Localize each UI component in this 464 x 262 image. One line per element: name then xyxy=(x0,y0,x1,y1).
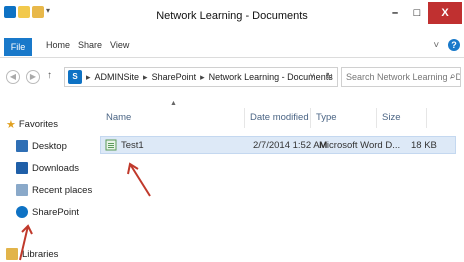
recent-places-icon xyxy=(16,184,28,196)
close-button[interactable]: X xyxy=(428,2,462,24)
sharepoint-icon xyxy=(16,206,28,218)
star-icon: ★ xyxy=(6,119,16,131)
tab-view[interactable]: View xyxy=(110,40,129,50)
back-button[interactable]: ◀ xyxy=(6,70,20,84)
address-row: ◀ ▶ ↑ S ▸ ADMINSite ▸ SharePoint ▸ Netwo… xyxy=(0,58,464,92)
up-button[interactable]: ↑ xyxy=(47,70,52,81)
expand-ribbon-icon[interactable]: ˅ xyxy=(433,40,439,51)
file-date-modified: 2/7/2014 1:52 AM xyxy=(253,140,328,151)
refresh-icon[interactable]: ↻ xyxy=(325,71,333,81)
ribbon: File Home Share View ˅ ? xyxy=(0,36,464,58)
maximize-button[interactable]: □ xyxy=(406,2,428,24)
sidebar-item-favorites[interactable]: ★ Favorites xyxy=(6,118,58,131)
breadcrumb-adminsite[interactable]: ADMINSite xyxy=(95,72,140,82)
sidebar-item-downloads[interactable]: Downloads xyxy=(16,162,79,174)
breadcrumb-sharepoint[interactable]: SharePoint xyxy=(152,72,197,82)
navigation-pane: ★ Favorites Desktop Downloads Recent pla… xyxy=(0,92,96,262)
search-input[interactable]: Search Network Learning - Do... xyxy=(341,67,461,87)
file-size: 18 KB xyxy=(411,140,437,151)
title-bar: ▾ Network Learning - Documents – □ X xyxy=(0,0,464,36)
sidebar-item-libraries[interactable]: Libraries xyxy=(6,248,58,260)
desktop-icon xyxy=(16,140,28,152)
tab-file[interactable]: File xyxy=(4,38,32,56)
table-row[interactable]: Test1 2/7/2014 1:52 AM Microsoft Word D.… xyxy=(100,136,456,154)
sort-ascending-icon: ▲ xyxy=(170,100,177,107)
word-document-icon xyxy=(105,139,117,151)
sidebar-item-sharepoint[interactable]: SharePoint xyxy=(16,206,79,218)
sidebar-item-recent-places[interactable]: Recent places xyxy=(16,184,92,196)
column-header-size[interactable]: Size xyxy=(382,112,400,123)
minimize-button[interactable]: – xyxy=(384,2,406,24)
column-header-name[interactable]: Name xyxy=(106,112,131,123)
downloads-icon xyxy=(16,162,28,174)
file-type: Microsoft Word D... xyxy=(319,140,401,151)
libraries-icon xyxy=(6,248,18,260)
address-bar[interactable]: S ▸ ADMINSite ▸ SharePoint ▸ Network Lea… xyxy=(64,67,338,87)
file-name[interactable]: Test1 xyxy=(121,140,144,151)
address-dropdown-icon[interactable]: ˅ xyxy=(310,71,315,81)
tab-share[interactable]: Share xyxy=(78,40,102,50)
forward-button[interactable]: ▶ xyxy=(26,70,40,84)
sidebar-item-desktop[interactable]: Desktop xyxy=(16,140,67,152)
help-icon[interactable]: ? xyxy=(448,39,460,51)
sharepoint-icon: S xyxy=(68,70,82,84)
column-header-date-modified[interactable]: Date modified xyxy=(250,112,309,123)
search-icon[interactable]: ⌕ xyxy=(450,71,456,82)
column-header-type[interactable]: Type xyxy=(316,112,337,123)
file-list: ▲ Name Date modified Type Size Test1 2/7… xyxy=(96,92,464,262)
tab-home[interactable]: Home xyxy=(46,40,70,50)
